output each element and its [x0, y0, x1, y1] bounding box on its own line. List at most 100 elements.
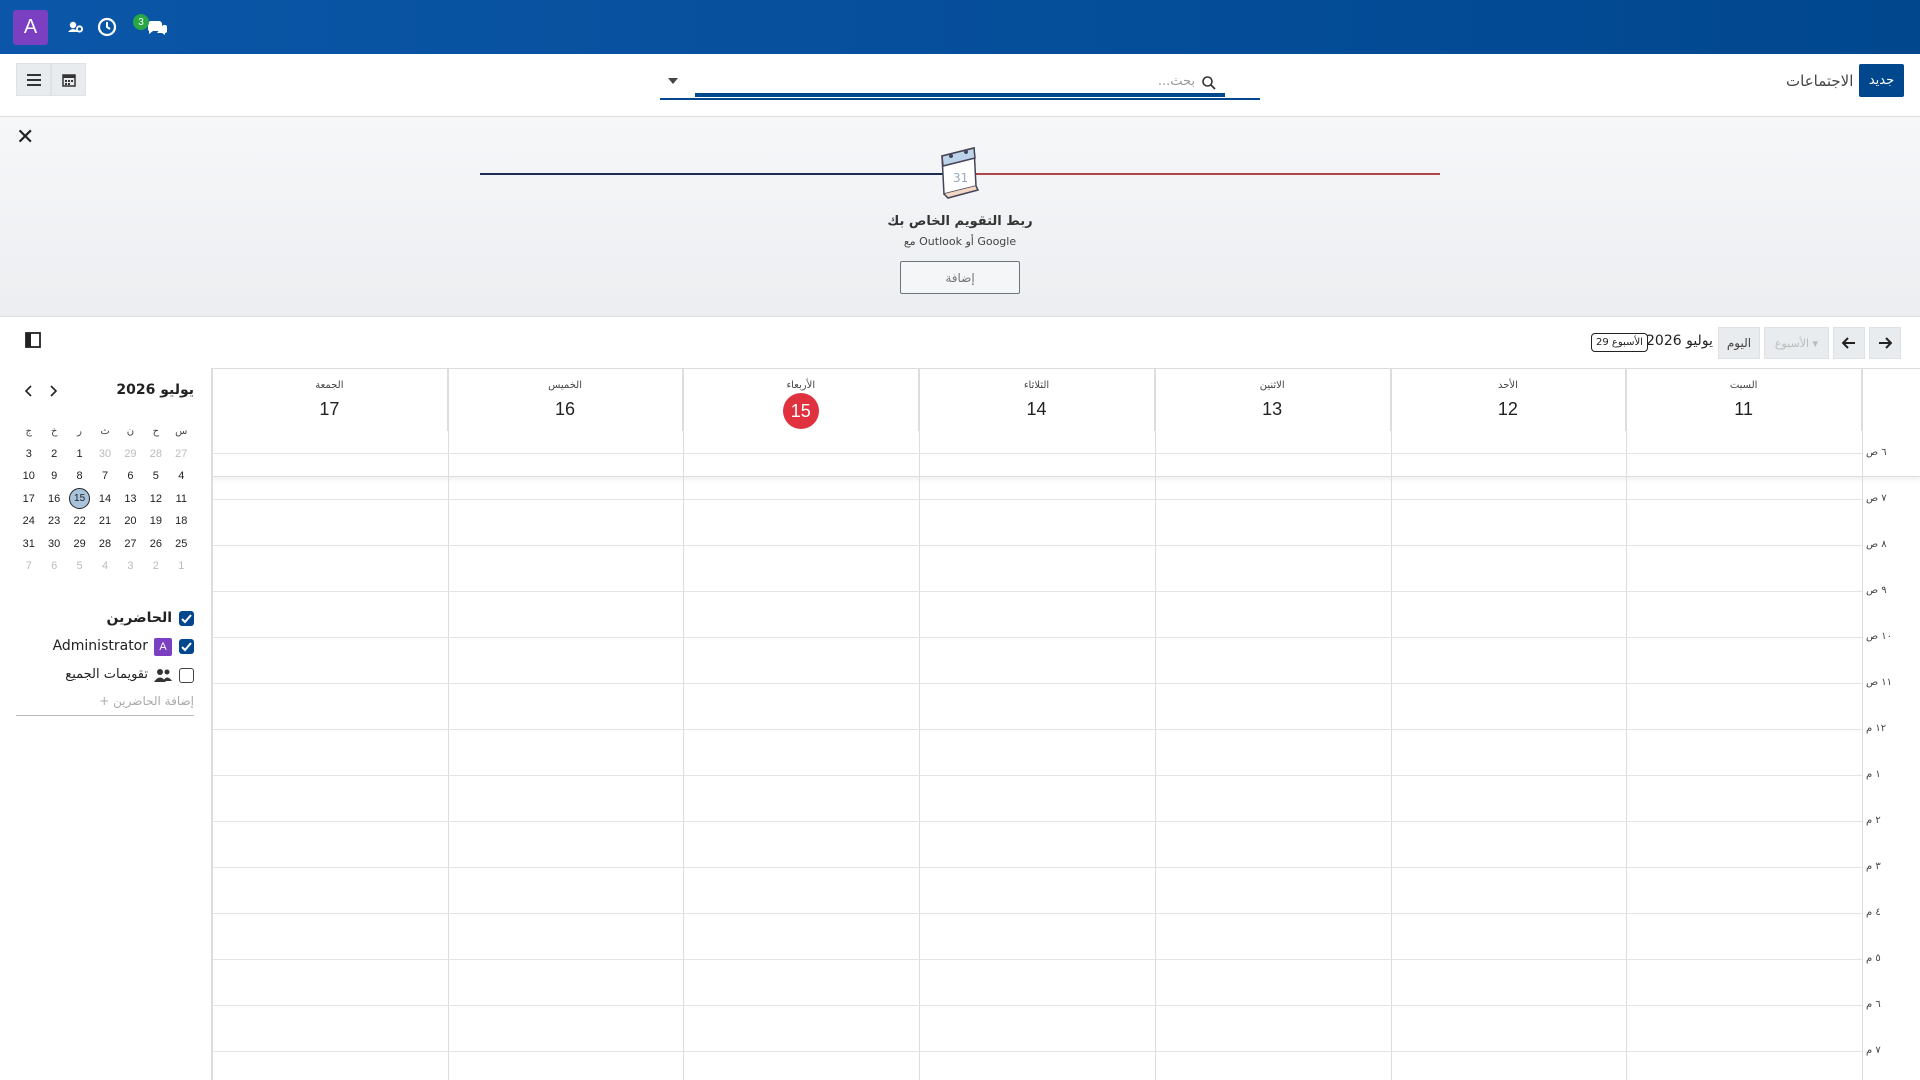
attendee-checkbox[interactable]: [179, 639, 194, 654]
mini-calendar-week: 11 12 13 14 15 16 17: [16, 488, 194, 511]
today-button[interactable]: اليوم: [1718, 327, 1760, 359]
day-header[interactable]: الجمعة 17: [212, 369, 448, 431]
mini-calendar-weekdays: سحنثرخج: [16, 420, 194, 443]
mini-calendar-day[interactable]: 6: [118, 470, 143, 482]
day-column-divider: [919, 369, 921, 1080]
mini-calendar-day[interactable]: 10: [16, 470, 41, 482]
mini-calendar-day[interactable]: 31: [16, 538, 41, 550]
calendar-period-title: يوليو 2026: [1646, 333, 1713, 349]
scale-dropdown-button[interactable]: الأسبوع ▾: [1764, 327, 1829, 359]
day-header[interactable]: السبت 11: [1626, 369, 1862, 431]
mini-calendar-day[interactable]: 27: [118, 538, 143, 550]
user-avatar[interactable]: A: [13, 10, 48, 45]
new-button[interactable]: جديد: [1859, 64, 1904, 97]
search-input[interactable]: بحث...: [1158, 74, 1195, 89]
mini-calendar-day[interactable]: 20: [118, 515, 143, 527]
mini-calendar-day[interactable]: 3: [118, 560, 143, 572]
day-header[interactable]: الأحد 12: [1391, 369, 1627, 431]
arrow-right-icon: [1879, 337, 1892, 349]
mini-calendar-day[interactable]: 28: [92, 538, 117, 550]
hour-label: ٤ م: [1866, 907, 1881, 918]
mini-calendar-day[interactable]: 30: [41, 538, 66, 550]
search-input-wrapper[interactable]: بحث...: [695, 68, 1225, 97]
chevron-right-icon[interactable]: [46, 384, 60, 398]
mini-calendar-day[interactable]: 4: [92, 560, 117, 572]
hour-line: [212, 867, 1862, 868]
mini-calendar-day[interactable]: 29: [67, 538, 92, 550]
hour-line: [212, 453, 1862, 454]
mini-calendar-day[interactable]: 18: [169, 515, 194, 527]
search-options-toggle[interactable]: [668, 78, 678, 84]
chevron-left-icon[interactable]: [22, 384, 36, 398]
mini-calendar-day[interactable]: 5: [143, 470, 168, 482]
mini-calendar-day[interactable]: 9: [41, 470, 66, 482]
attendees-all-checkbox[interactable]: [179, 611, 194, 626]
mini-calendar-day[interactable]: 14: [92, 493, 117, 505]
mini-calendar-day[interactable]: 16: [41, 493, 66, 505]
sidebar-toggle-icon[interactable]: [25, 332, 41, 348]
mini-calendar-day[interactable]: 19: [143, 515, 168, 527]
add-attendees-input[interactable]: + إضافة الحاضرين: [16, 694, 194, 716]
mini-calendar-day[interactable]: 2: [143, 560, 168, 572]
mini-calendar-day[interactable]: 12: [143, 493, 168, 505]
hour-label: ٧ م: [1866, 1045, 1881, 1056]
mini-calendar-day[interactable]: 29: [118, 448, 143, 460]
all-day-row[interactable]: [212, 431, 1920, 477]
clock-icon[interactable]: [97, 17, 117, 37]
previous-button[interactable]: [1833, 327, 1865, 359]
next-button[interactable]: [1869, 327, 1901, 359]
banner-title: ربط التقويم الخاص بك: [887, 214, 1033, 229]
mini-calendar-day[interactable]: 24: [16, 515, 41, 527]
mini-calendar-day[interactable]: 26: [143, 538, 168, 550]
list-view-button[interactable]: [16, 63, 51, 96]
mini-calendar-day[interactable]: 22: [67, 515, 92, 527]
mini-calendar-day[interactable]: 8: [67, 470, 92, 482]
day-column-divider: [1154, 369, 1156, 1080]
mini-calendar-day[interactable]: 4: [169, 470, 194, 482]
calendar-sidebar: يوليو 2026 س ح ن ث ر خ ج 27 28 29 30 1 2 3 4 5 6 7 8 9 10 11 1…: [0, 368, 210, 1080]
search-bar[interactable]: بحث...: [660, 68, 1260, 100]
calendar-illustration-icon: 31: [938, 142, 980, 202]
mini-calendar-day[interactable]: 5: [67, 560, 92, 572]
people-settings-icon[interactable]: [66, 17, 86, 37]
calendar-icon: [61, 73, 76, 87]
mini-calendar-today[interactable]: 15: [67, 488, 92, 510]
list-icon: [26, 73, 41, 86]
mini-calendar-day[interactable]: 17: [16, 493, 41, 505]
mini-calendar-day[interactable]: 1: [67, 448, 92, 460]
mini-calendar-day[interactable]: 27: [169, 448, 194, 460]
everybody-checkbox[interactable]: [179, 668, 194, 683]
day-number: 14: [1026, 399, 1047, 419]
mini-calendar-day[interactable]: 7: [16, 560, 41, 572]
users-icon: [154, 669, 172, 682]
mini-calendar-day[interactable]: 23: [41, 515, 66, 527]
mini-calendar-day[interactable]: 25: [169, 538, 194, 550]
mini-calendar-header: يوليو 2026: [16, 382, 194, 402]
day-header[interactable]: الخميس 16: [448, 369, 684, 431]
day-header[interactable]: الاثنين 13: [1155, 369, 1391, 431]
hour-line: [212, 499, 1862, 500]
mini-calendar-day[interactable]: 7: [92, 470, 117, 482]
day-header[interactable]: الثلاثاء 14: [919, 369, 1155, 431]
day-name: الاثنين: [1259, 380, 1285, 391]
mini-calendar-day[interactable]: 3: [16, 448, 41, 460]
weekday-header: ن: [126, 425, 135, 437]
mini-calendar-day[interactable]: 21: [92, 515, 117, 527]
svg-text:31: 31: [953, 171, 968, 185]
mini-calendar-day[interactable]: 6: [41, 560, 66, 572]
mini-calendar-day[interactable]: 13: [118, 493, 143, 505]
attendees-header-label: الحاضرين: [106, 610, 173, 626]
week-number-badge: الأسبوع 29: [1591, 333, 1648, 352]
mini-calendar-day[interactable]: 2: [41, 448, 66, 460]
mini-calendar-day[interactable]: 28: [143, 448, 168, 460]
day-header[interactable]: الأربعاء 15: [683, 369, 920, 431]
message-count-badge: 3: [133, 14, 149, 30]
mini-calendar-day[interactable]: 30: [92, 448, 117, 460]
calendar-view-button[interactable]: [51, 63, 86, 96]
mini-calendar-day[interactable]: 1: [169, 560, 194, 572]
gutter-divider: [1862, 369, 1863, 1080]
add-calendar-button[interactable]: إضافة: [900, 261, 1020, 294]
mini-calendar-day[interactable]: 11: [169, 493, 194, 505]
weekday-header: ج: [25, 425, 32, 437]
close-icon[interactable]: ✕: [16, 125, 34, 150]
